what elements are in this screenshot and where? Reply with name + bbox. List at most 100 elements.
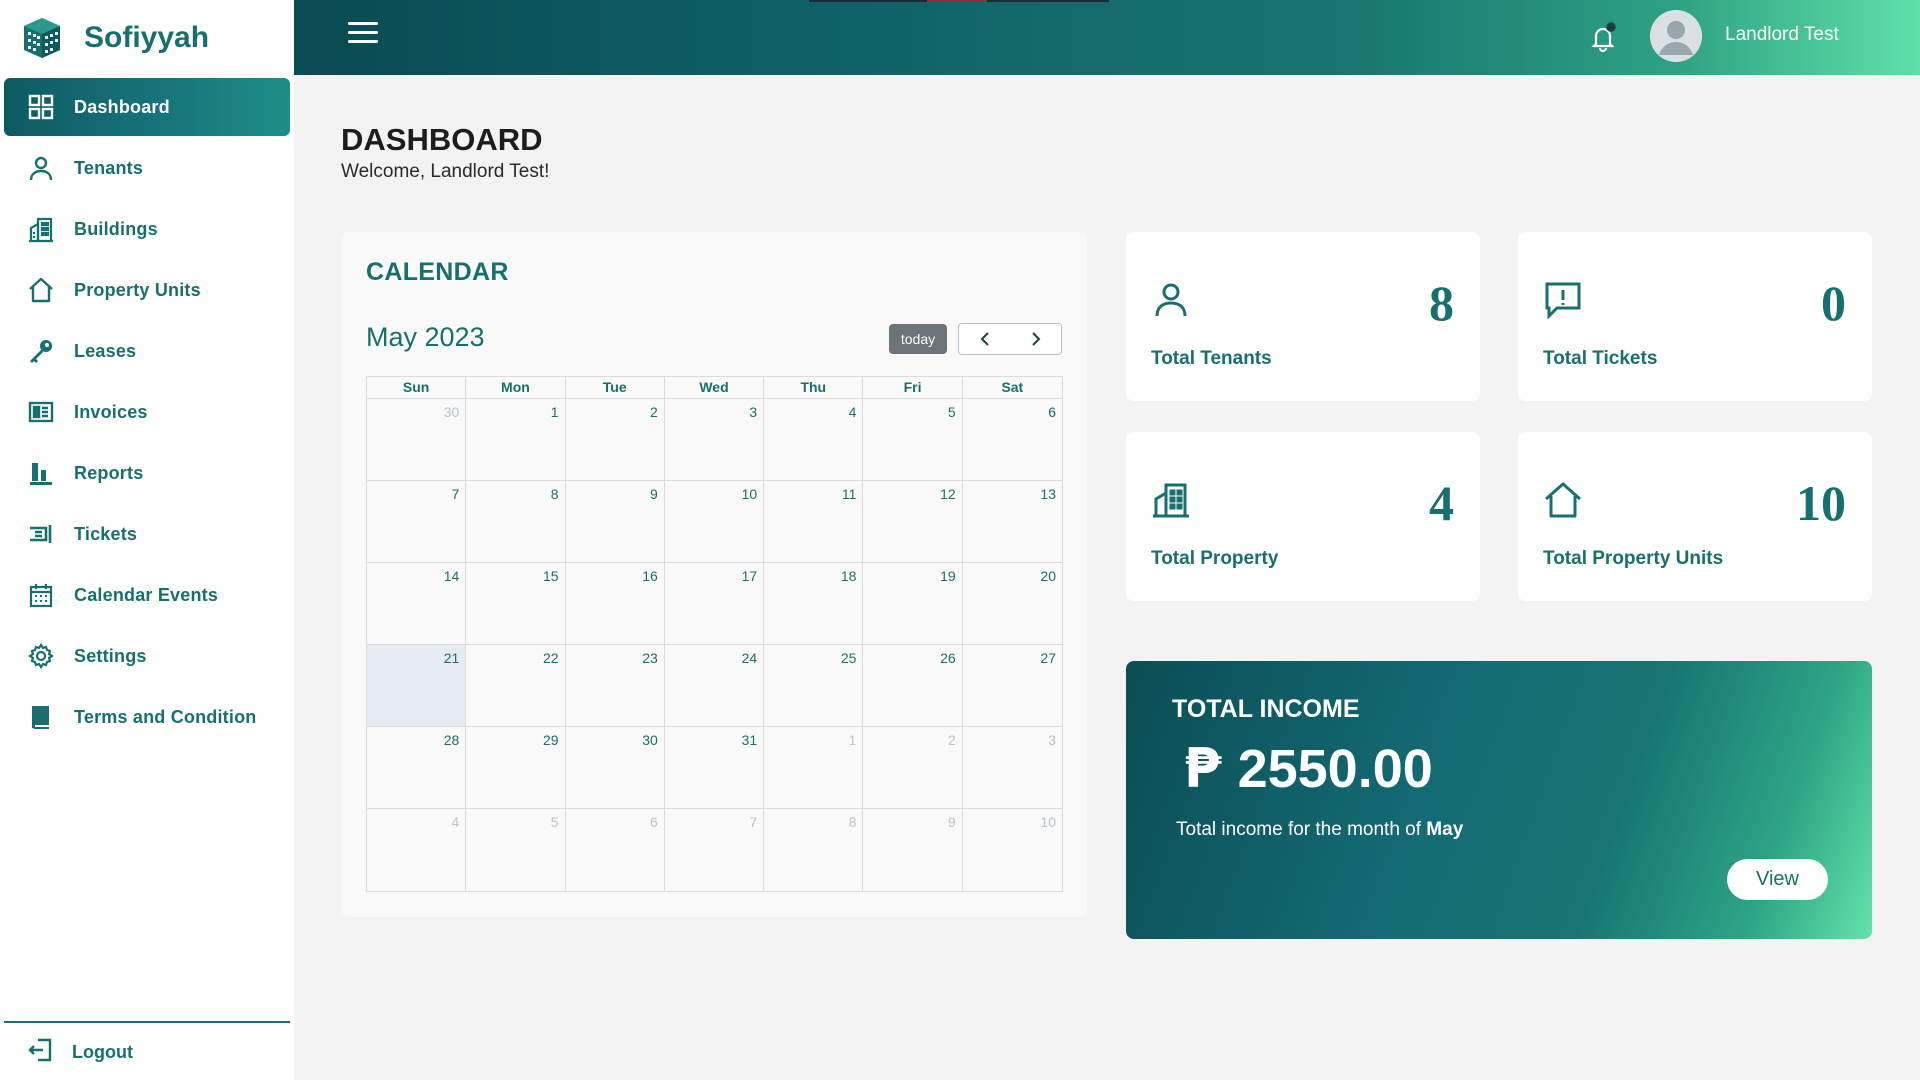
weekday-label: Mon bbox=[466, 377, 566, 398]
calendar-day-cell[interactable]: 2 bbox=[863, 727, 963, 808]
sidebar-item-settings[interactable]: Settings bbox=[4, 627, 290, 685]
income-value: 2550.00 bbox=[1237, 739, 1433, 799]
calendar-day-cell[interactable]: 4 bbox=[764, 399, 864, 480]
sidebar-item-leases[interactable]: Leases bbox=[4, 322, 290, 380]
calendar-day-cell[interactable]: 5 bbox=[466, 809, 566, 891]
calendar-day-cell[interactable]: 18 bbox=[764, 563, 864, 644]
calendar-day-cell[interactable]: 26 bbox=[863, 645, 963, 726]
calendar-week-row: 7 8 9 10 11 12 13 bbox=[367, 481, 1062, 563]
sidebar-item-label: Tickets bbox=[74, 523, 138, 544]
calendar-day-cell[interactable]: 22 bbox=[466, 645, 566, 726]
calendar-day-cell[interactable]: 27 bbox=[963, 645, 1062, 726]
sidebar-divider bbox=[4, 1021, 290, 1023]
sidebar-item-reports[interactable]: Reports bbox=[4, 444, 290, 502]
view-income-button[interactable]: View bbox=[1727, 859, 1828, 900]
calendar-day-cell[interactable]: 17 bbox=[665, 563, 765, 644]
sidebar-item-tickets[interactable]: Tickets bbox=[4, 505, 290, 563]
stat-card-units[interactable]: 10 Total Property Units bbox=[1518, 432, 1872, 601]
topbar: Landlord Test bbox=[294, 0, 1920, 75]
calendar-day-cell[interactable]: 31 bbox=[665, 727, 765, 808]
logout-icon bbox=[26, 1036, 54, 1069]
calendar-day-cell[interactable]: 8 bbox=[466, 481, 566, 562]
calendar-day-cell[interactable]: 1 bbox=[764, 727, 864, 808]
calendar-day-cell[interactable]: 6 bbox=[566, 809, 665, 891]
sidebar-item-terms[interactable]: Terms and Condition bbox=[4, 688, 290, 746]
brand-name: Sofiyyah bbox=[84, 20, 210, 54]
top-strip-accent bbox=[927, 0, 987, 2]
message-alert-icon bbox=[1543, 280, 1583, 320]
calendar-day-cell[interactable]: 28 bbox=[367, 727, 467, 808]
sidebar-item-label: Invoices bbox=[74, 401, 148, 422]
chevron-left-icon bbox=[980, 332, 989, 346]
calendar-day-cell[interactable]: 12 bbox=[863, 481, 963, 562]
calendar-day-cell[interactable]: 15 bbox=[466, 563, 566, 644]
calendar-day-cell[interactable]: 8 bbox=[764, 809, 864, 891]
grid-icon bbox=[26, 92, 56, 122]
calendar-day-cell[interactable]: 23 bbox=[566, 645, 665, 726]
calendar-day-cell[interactable]: 4 bbox=[367, 809, 467, 891]
income-note-month: May bbox=[1426, 819, 1464, 840]
logout-button[interactable]: Logout bbox=[0, 1028, 290, 1076]
calendar-day-cell[interactable]: 16 bbox=[566, 563, 665, 644]
stat-card-tickets[interactable]: 0 Total Tickets bbox=[1518, 232, 1872, 401]
calendar-day-cell[interactable]: 6 bbox=[963, 399, 1062, 480]
calendar-day-cell[interactable]: 1 bbox=[466, 399, 566, 480]
stat-value: 4 bbox=[1429, 475, 1454, 531]
weekday-label: Sun bbox=[367, 377, 467, 398]
calendar-day-cell[interactable]: 9 bbox=[863, 809, 963, 891]
sidebar-item-calendar-events[interactable]: Calendar Events bbox=[4, 566, 290, 624]
calendar-day-cell[interactable]: 30 bbox=[367, 399, 467, 480]
calendar-day-cell[interactable]: 19 bbox=[863, 563, 963, 644]
calendar-day-cell[interactable]: 20 bbox=[963, 563, 1062, 644]
calendar-day-cell[interactable]: 14 bbox=[367, 563, 467, 644]
stat-card-tenants[interactable]: 8 Total Tenants bbox=[1126, 232, 1480, 401]
stat-label: Total Property bbox=[1151, 548, 1279, 569]
sidebar-item-buildings[interactable]: Buildings bbox=[4, 200, 290, 258]
house-icon bbox=[26, 275, 56, 305]
calendar-nav bbox=[958, 323, 1062, 355]
weekday-label: Fri bbox=[863, 377, 963, 398]
calendar-card: CALENDAR May 2023 today Sun Mon Tue Wed Thu F… bbox=[341, 232, 1087, 917]
calendar-day-cell[interactable]: 5 bbox=[863, 399, 963, 480]
user-icon bbox=[26, 153, 56, 183]
sidebar-item-label: Property Units bbox=[74, 279, 201, 300]
calendar-day-cell[interactable]: 3 bbox=[665, 399, 765, 480]
sidebar-item-tenants[interactable]: Tenants bbox=[4, 139, 290, 197]
sidebar-item-dashboard[interactable]: Dashboard bbox=[4, 78, 290, 136]
calendar-day-cell[interactable]: 11 bbox=[764, 481, 864, 562]
calendar-day-cell[interactable]: 29 bbox=[466, 727, 566, 808]
calendar-day-cell[interactable]: 21 bbox=[367, 645, 467, 726]
calendar-day-cell[interactable]: 3 bbox=[963, 727, 1062, 808]
calendar-day-cell[interactable]: 25 bbox=[764, 645, 864, 726]
notification-button[interactable] bbox=[1590, 22, 1616, 53]
calendar-day-cell[interactable]: 2 bbox=[566, 399, 665, 480]
stat-card-property[interactable]: 4 Total Property bbox=[1126, 432, 1480, 601]
calendar-day-cell[interactable]: 10 bbox=[963, 809, 1062, 891]
user-avatar-icon bbox=[1650, 10, 1702, 62]
calendar-body: 30 1 2 3 4 5 6 7 8 9 10 11 12 13 14 15 16 17 18 19 20 21 22 23 2… bbox=[367, 399, 1062, 891]
calendar-week-row: 14 15 16 17 18 19 20 bbox=[367, 563, 1062, 645]
sidebar-item-property-units[interactable]: Property Units bbox=[4, 261, 290, 319]
calendar-weekday-header: Sun Mon Tue Wed Thu Fri Sat bbox=[367, 377, 1062, 399]
calendar-day-cell[interactable]: 7 bbox=[367, 481, 467, 562]
calendar-day-cell[interactable]: 13 bbox=[963, 481, 1062, 562]
calendar-week-row: 4 5 6 7 8 9 10 bbox=[367, 809, 1062, 891]
ticket-icon bbox=[26, 519, 56, 549]
brand[interactable]: Sofiyyah bbox=[0, 0, 294, 75]
today-button[interactable]: today bbox=[889, 324, 947, 354]
prev-month-button[interactable] bbox=[959, 324, 1010, 354]
key-icon bbox=[26, 336, 56, 366]
menu-toggle-button[interactable] bbox=[348, 22, 378, 52]
calendar-day-cell[interactable]: 10 bbox=[665, 481, 765, 562]
next-month-button[interactable] bbox=[1010, 324, 1061, 354]
avatar[interactable] bbox=[1650, 10, 1702, 62]
calendar-day-cell[interactable]: 30 bbox=[566, 727, 665, 808]
calendar-day-cell[interactable]: 7 bbox=[665, 809, 765, 891]
user-name[interactable]: Landlord Test bbox=[1725, 24, 1839, 46]
sidebar-item-label: Dashboard bbox=[74, 96, 170, 117]
page-title: DASHBOARD bbox=[341, 122, 543, 157]
calendar-day-cell[interactable]: 24 bbox=[665, 645, 765, 726]
sidebar-item-invoices[interactable]: Invoices bbox=[4, 383, 290, 441]
calendar-day-cell[interactable]: 9 bbox=[566, 481, 665, 562]
calendar-month-label: May 2023 bbox=[366, 322, 485, 352]
